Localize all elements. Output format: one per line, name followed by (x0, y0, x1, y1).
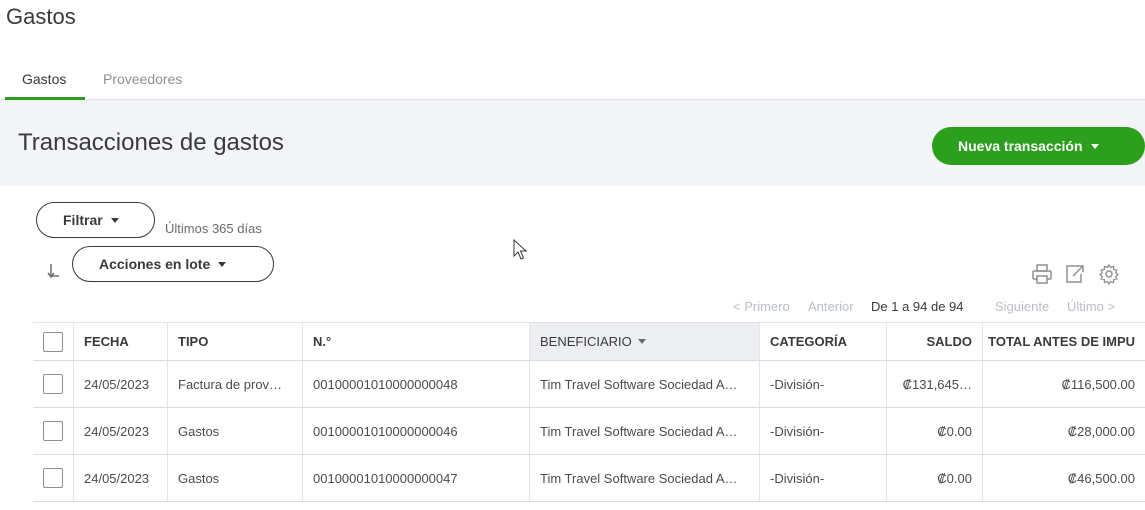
select-all-checkbox[interactable] (43, 331, 63, 352)
column-header-beneficiario-label: BENEFICIARIO (540, 334, 632, 349)
pagination-previous[interactable]: Anterior (808, 299, 854, 314)
new-transaction-label: Nueva transacción (958, 138, 1083, 154)
filter-value: Últimos 365 días (165, 221, 262, 236)
cell-fecha: 24/05/2023 (73, 361, 167, 407)
row-select-cell (33, 408, 73, 454)
expenses-table: FECHA TIPO N.° BENEFICIARIO CATEGORÍA SA… (33, 322, 1145, 502)
cell-numero: 00100001010000000048 (302, 361, 529, 407)
cell-tipo: Gastos (167, 408, 302, 454)
pagination-last[interactable]: Último > (1067, 299, 1115, 314)
row-select-cell (33, 361, 73, 407)
cell-beneficiario: Tim Travel Software Sociedad A… (529, 361, 759, 407)
row-checkbox[interactable] (43, 468, 63, 488)
pagination-first[interactable]: < Primero (733, 299, 790, 314)
cell-categoria: -División- (759, 408, 886, 454)
page-title: Gastos (6, 4, 76, 29)
column-header-total[interactable]: TOTAL ANTES DE IMPU (982, 323, 1145, 360)
pagination-range: De 1 a 94 de 94 (871, 299, 964, 314)
column-header-numero[interactable]: N.° (302, 323, 529, 360)
cell-total: ₡28,000.00 (982, 408, 1145, 454)
tab-bar: Gastos Proveedores (0, 58, 1145, 100)
batch-actions-button[interactable]: Acciones en lote (72, 246, 274, 282)
chevron-down-icon (218, 261, 227, 267)
export-icon[interactable] (1064, 263, 1086, 285)
cell-total: ₡116,500.00 (982, 361, 1145, 407)
cell-categoria: -División- (759, 361, 886, 407)
row-checkbox[interactable] (43, 374, 63, 394)
row-checkbox[interactable] (43, 421, 63, 441)
batch-actions-label: Acciones en lote (99, 256, 211, 272)
tab-proveedores[interactable]: Proveedores (103, 71, 182, 87)
pagination-next[interactable]: Siguiente (995, 299, 1049, 314)
chevron-down-icon (110, 217, 119, 223)
filter-button-label: Filtrar (63, 212, 103, 228)
row-select-cell (33, 455, 73, 501)
cell-fecha: 24/05/2023 (73, 408, 167, 454)
filter-button[interactable]: Filtrar (36, 202, 155, 238)
sort-desc-icon (637, 339, 646, 344)
section-title: Transacciones de gastos (18, 129, 284, 156)
cell-total: ₡46,500.00 (982, 455, 1145, 501)
cell-numero: 00100001010000000046 (302, 408, 529, 454)
mouse-cursor-icon (513, 239, 528, 260)
chevron-down-icon (1090, 143, 1099, 149)
cell-fecha: 24/05/2023 (73, 455, 167, 501)
sort-icon[interactable] (47, 262, 63, 282)
column-header-categoria[interactable]: CATEGORÍA (759, 323, 886, 360)
new-transaction-button[interactable]: Nueva transacción (932, 127, 1145, 165)
column-header-fecha[interactable]: FECHA (73, 323, 167, 360)
table-row[interactable]: 24/05/2023 Gastos 00100001010000000047 T… (33, 455, 1145, 502)
cell-saldo: ₡131,645… (886, 361, 982, 407)
table-header-row: FECHA TIPO N.° BENEFICIARIO CATEGORÍA SA… (33, 323, 1145, 361)
cell-saldo: ₡0.00 (886, 408, 982, 454)
cell-tipo: Factura de prov… (167, 361, 302, 407)
cell-categoria: -División- (759, 455, 886, 501)
tab-gastos[interactable]: Gastos (22, 71, 66, 87)
print-icon[interactable] (1031, 263, 1053, 285)
column-header-saldo[interactable]: SALDO (886, 323, 982, 360)
table-row[interactable]: 24/05/2023 Gastos 00100001010000000046 T… (33, 408, 1145, 455)
select-all-cell (33, 323, 73, 360)
cell-numero: 00100001010000000047 (302, 455, 529, 501)
cell-saldo: ₡0.00 (886, 455, 982, 501)
column-header-beneficiario[interactable]: BENEFICIARIO (529, 323, 759, 360)
gear-icon[interactable] (1098, 263, 1120, 285)
cell-beneficiario: Tim Travel Software Sociedad A… (529, 408, 759, 454)
cell-tipo: Gastos (167, 455, 302, 501)
cell-beneficiario: Tim Travel Software Sociedad A… (529, 455, 759, 501)
expenses-page: Gastos Gastos Proveedores Transacciones … (0, 0, 1145, 510)
column-header-tipo[interactable]: TIPO (167, 323, 302, 360)
table-row[interactable]: 24/05/2023 Factura de prov… 001000010100… (33, 361, 1145, 408)
